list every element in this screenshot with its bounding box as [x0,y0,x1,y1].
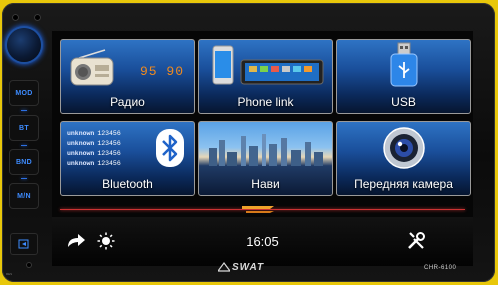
divider [21,145,27,146]
tile-phone-link[interactable]: Phone link [198,39,333,114]
divider [21,110,27,111]
tile-bluetooth[interactable]: unknown 123456 unknown 123456 unknown 12345… [60,121,195,196]
camera-lens-icon [383,127,425,169]
mn-button[interactable]: M/N [9,183,39,209]
phone-link-icon [212,45,324,85]
radio-icon [70,49,114,86]
device-list-item: unknown 123456 [67,130,121,137]
eject-button[interactable] [10,233,38,255]
frequency-display: 95 90 [139,64,184,79]
bnd-button[interactable]: BND [9,149,39,175]
tile-navi[interactable]: Нави [198,121,333,196]
device-list-item: unknown 123456 [67,140,121,147]
touch-screen: 95 90 Радио Phone link USB unknown 12345… [52,31,473,266]
device-list-item: unknown 123456 [67,150,121,157]
tile-label: Передняя камера [354,177,453,191]
ir-sensor [34,14,41,21]
brand-logo-text: SWAT [232,262,265,273]
mic-hole [12,14,19,21]
tile-usb[interactable]: USB [336,39,471,114]
model-label: CHR-6100 [424,265,457,271]
volume-knob[interactable] [7,28,41,62]
brand-logo-icon [218,262,230,272]
tile-radio[interactable]: 95 90 Радио [60,39,195,114]
tile-label: Радио [110,95,145,109]
divider [21,178,27,179]
tile-label: Bluetooth [102,177,153,191]
page-indicator-icon [242,206,274,213]
device-list-item: unknown 123456 [67,160,121,167]
tile-label: Нави [251,177,280,191]
reset-label: RES [6,272,13,276]
mod-button[interactable]: MOD [9,80,39,106]
reset-hole[interactable] [26,262,32,268]
tile-label: Phone link [237,95,294,109]
tile-front-camera[interactable]: Передняя камера [336,121,471,196]
bottom-bar: 16:05 [52,217,473,266]
tile-label: USB [391,95,416,109]
usb-drive-icon [390,42,418,87]
eject-icon [18,239,29,249]
bt-button[interactable]: BT [9,115,39,141]
bluetooth-icon [156,129,184,167]
city-skyline-image [209,134,323,166]
wrench-screwdriver-icon[interactable] [406,231,426,251]
